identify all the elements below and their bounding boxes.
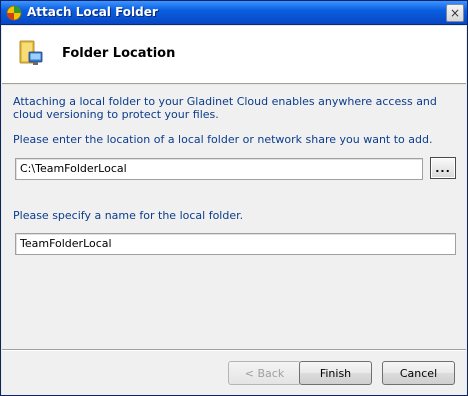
back-button[interactable]: < Back — [228, 361, 301, 385]
folder-name-input[interactable]: TeamFolderLocal — [15, 233, 456, 255]
attach-local-folder-dialog: Attach Local Folder × Folder Location At… — [0, 0, 468, 396]
wizard-body: Attaching a local folder to your Gladine… — [2, 85, 466, 349]
folder-computer-icon — [19, 40, 43, 65]
folder-name-label: Please specify a name for the local fold… — [13, 209, 244, 222]
page-title: Folder Location — [62, 46, 176, 61]
title-bar[interactable]: Attach Local Folder × — [1, 1, 467, 25]
app-logo-icon — [6, 5, 22, 21]
folder-path-input[interactable]: C:\TeamFolderLocal — [15, 158, 423, 180]
description-text: Attaching a local folder to your Gladine… — [13, 95, 437, 121]
wizard-footer: < Back Finish Cancel — [2, 351, 466, 395]
cancel-button[interactable]: Cancel — [382, 361, 455, 385]
browse-button[interactable]: ... — [430, 157, 456, 179]
location-label: Please enter the location of a local fol… — [13, 133, 433, 146]
wizard-header: Folder Location — [2, 26, 466, 84]
finish-button[interactable]: Finish — [299, 361, 372, 385]
close-button[interactable]: × — [446, 4, 464, 22]
window-title: Attach Local Folder — [27, 5, 158, 19]
close-icon: × — [449, 6, 461, 20]
